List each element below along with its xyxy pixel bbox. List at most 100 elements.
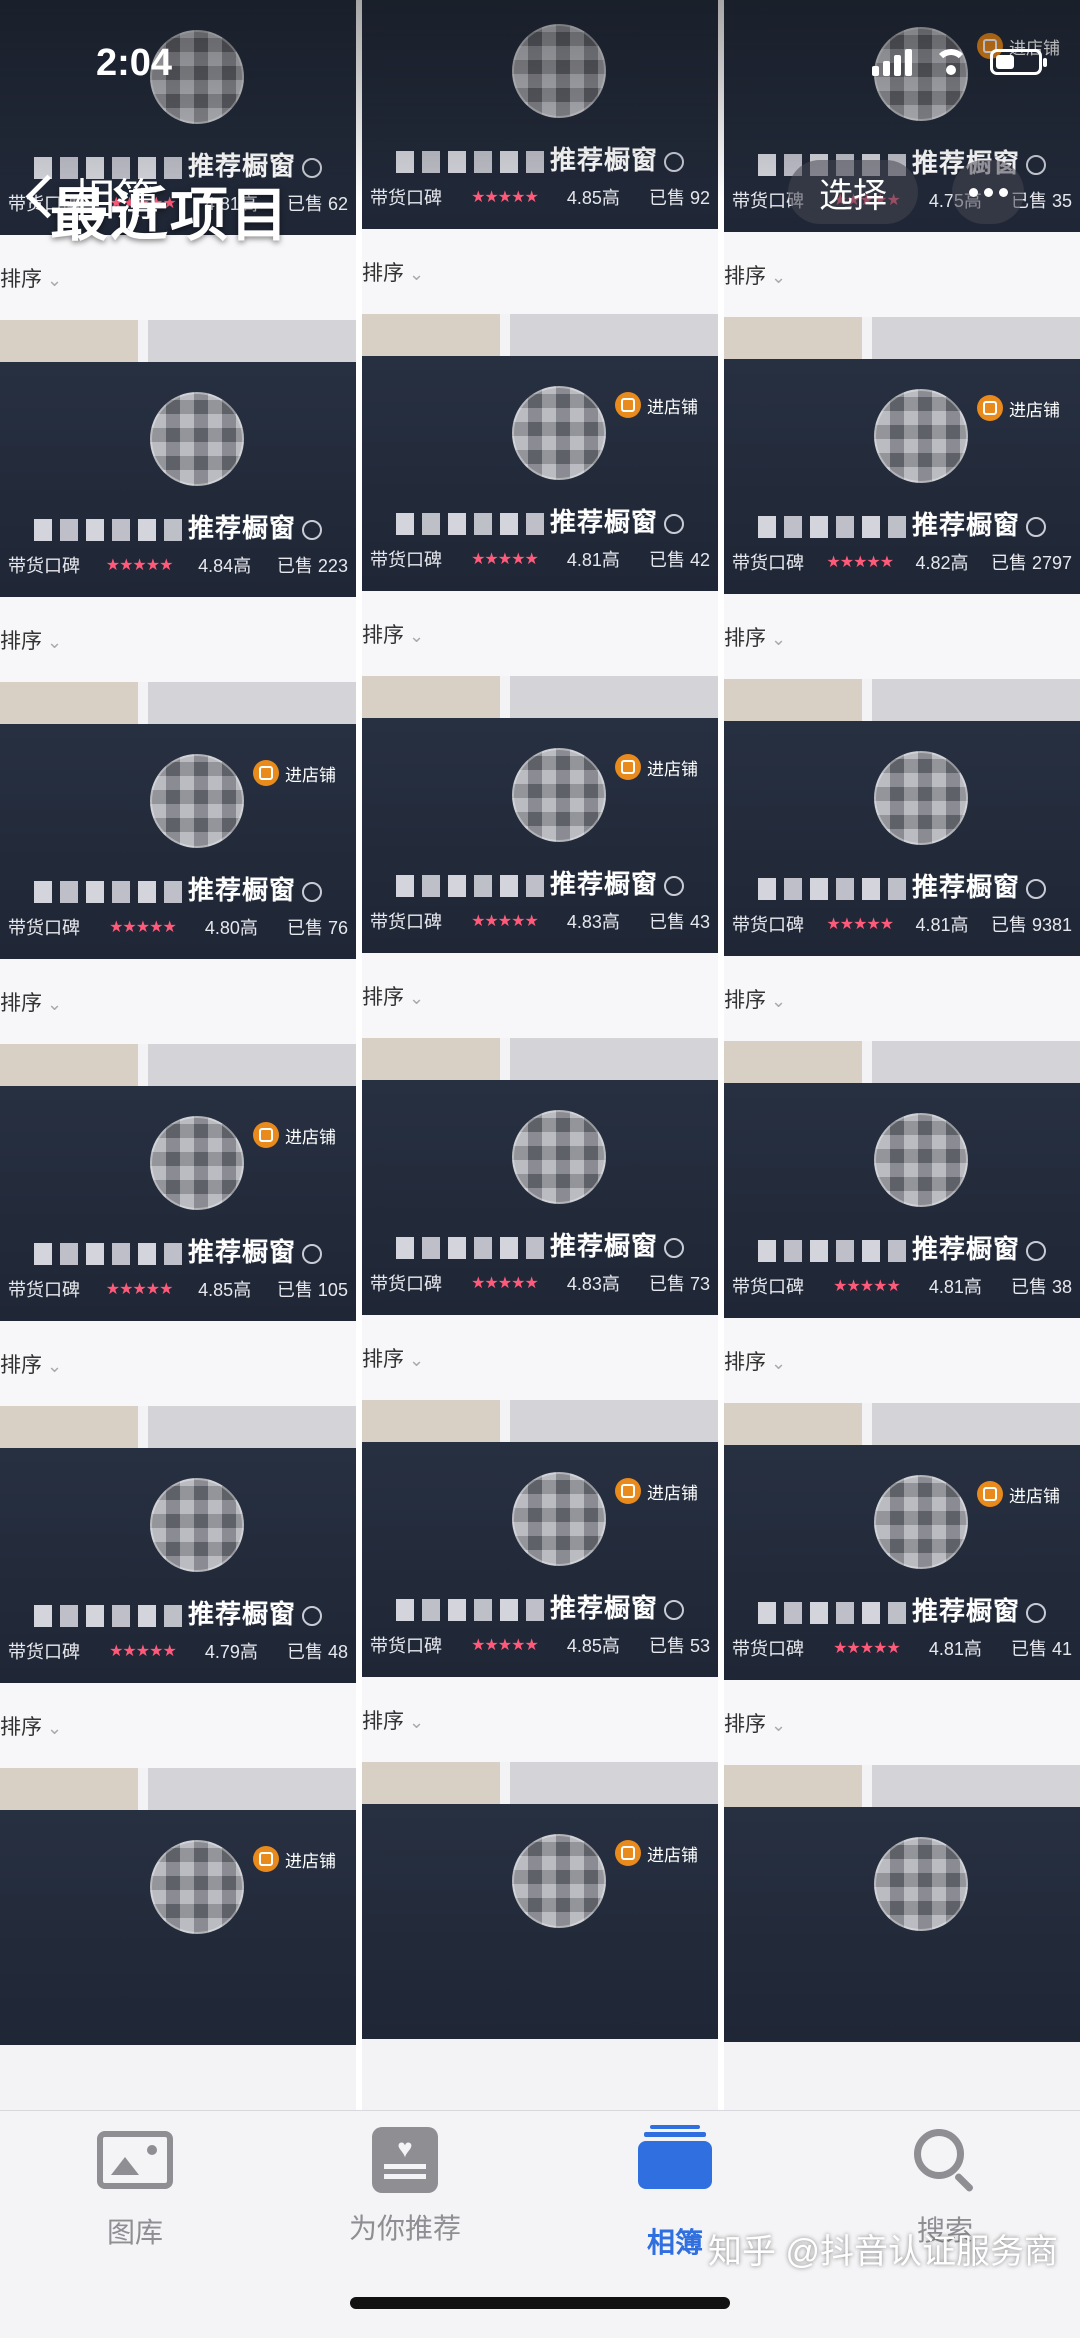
blurred-name bbox=[395, 151, 546, 174]
tab-for-you[interactable]: 为你推荐 bbox=[305, 2125, 505, 2247]
rating-row: 带货口碑 ★★★★★ 4.85高 已售 105 bbox=[0, 1276, 356, 1302]
store-card: 进店铺 推荐橱窗 带货口碑 ★★★★★ 4.80高 已售 76 bbox=[0, 724, 356, 959]
store-title: 推荐橱窗 bbox=[362, 1588, 718, 1625]
sort-label: 排序 bbox=[724, 1708, 786, 1738]
info-circle-icon bbox=[664, 1600, 684, 1621]
photo-thumbnail[interactable]: 推荐橱窗 带货口碑 ★★★★★ 4.84高 已售 223 排序 bbox=[0, 362, 356, 724]
photo-thumbnail[interactable]: 进店铺 推荐橱窗 带货口碑 ★★★★★ 4.83高 已售 43 排序 bbox=[362, 718, 718, 1080]
store-title-text: 推荐橱窗 bbox=[549, 1231, 658, 1261]
store-card: 进店铺 推荐橱窗 带货口碑 ★★★★★ 4.85高 已售 105 bbox=[0, 1086, 356, 1321]
star-rating-icon: ★★★★★ bbox=[471, 189, 539, 206]
store-title-text: 推荐橱窗 bbox=[549, 1593, 658, 1623]
store-title: 推荐橱窗 bbox=[362, 502, 718, 539]
grid-column: 推荐橱窗带货口碑★★★★★4.81高已售 62排序推荐橱窗带货口碑★★★★★4.… bbox=[0, 0, 356, 2110]
photo-thumbnail[interactable]: 推荐橱窗 带货口碑 ★★★★★ 4.81高 已售 38 排序 bbox=[724, 1083, 1080, 1445]
rating-prefix: 带货口碑 bbox=[370, 188, 442, 208]
rating-row: 带货口碑 ★★★★★ 4.83高 已售 73 bbox=[362, 1270, 718, 1296]
photo-thumbnail[interactable]: 进店铺 bbox=[0, 1810, 356, 2110]
store-title-text: 推荐橱窗 bbox=[549, 869, 658, 899]
sort-strip: 排序 bbox=[362, 1315, 718, 1400]
photo-thumbnail[interactable]: 进店铺 推荐橱窗 带货口碑 ★★★★★ 4.81高 已售 42 排序 bbox=[362, 356, 718, 718]
star-rating-icon: ★★★★★ bbox=[833, 1278, 901, 1295]
store-title-text: 推荐橱窗 bbox=[187, 1599, 296, 1629]
select-button[interactable]: 选择 bbox=[788, 160, 918, 224]
rating-row: 带货口碑 ★★★★★ 4.80高 已售 76 bbox=[0, 914, 356, 940]
watermark: 知乎 @抖音认证服务商 bbox=[708, 2233, 1058, 2271]
info-circle-icon bbox=[302, 1244, 322, 1265]
photo-thumbnail[interactable]: 进店铺 推荐橱窗 带货口碑 ★★★★★ 4.85高 已售 105 排序 bbox=[0, 1086, 356, 1448]
rating-row: 带货口碑 ★★★★★ 4.83高 已售 43 bbox=[362, 908, 718, 934]
rating-prefix: 带货口碑 bbox=[8, 1280, 80, 1300]
sort-label: 排序 bbox=[0, 625, 62, 655]
cellular-signal-icon bbox=[872, 48, 912, 76]
sold-count: 已售 223 bbox=[276, 556, 348, 576]
sort-label: 排序 bbox=[724, 1346, 786, 1376]
shop-badge: 进店铺 bbox=[611, 1476, 706, 1506]
store-title: 推荐橱窗 bbox=[362, 864, 718, 901]
store-title-text: 推荐橱窗 bbox=[911, 872, 1020, 902]
tab-library[interactable]: 图库 bbox=[35, 2125, 235, 2251]
product-thumbnails bbox=[362, 1400, 718, 1442]
status-icons bbox=[872, 48, 1047, 76]
store-title-text: 推荐橱窗 bbox=[549, 145, 658, 175]
more-options-button[interactable] bbox=[952, 160, 1024, 224]
photo-thumbnail[interactable]: 进店铺 推荐橱窗 带货口碑 ★★★★★ 4.82高 已售 2797 排序 bbox=[724, 359, 1080, 721]
info-circle-icon bbox=[1026, 1241, 1046, 1262]
blurred-name bbox=[757, 516, 908, 539]
sold-count: 已售 53 bbox=[648, 1636, 710, 1656]
shop-icon bbox=[615, 392, 641, 418]
product-thumbnails bbox=[724, 679, 1080, 721]
rating-prefix: 带货口碑 bbox=[370, 912, 442, 932]
photo-thumbnail[interactable]: 推荐橱窗 带货口碑 ★★★★★ 4.85高 已售 92 排序 bbox=[362, 0, 718, 356]
rating-row: 带货口碑 ★★★★★ 4.85高 已售 92 bbox=[362, 184, 718, 210]
store-card: 进店铺 推荐橱窗 带货口碑 ★★★★★ 4.81高 已售 41 bbox=[724, 1445, 1080, 1680]
shop-badge: 进店铺 bbox=[611, 390, 706, 420]
store-title-text: 推荐橱窗 bbox=[549, 507, 658, 537]
avatar bbox=[512, 1110, 606, 1204]
rating-score: 4.81高 bbox=[915, 915, 969, 935]
photo-thumbnail[interactable]: 进店铺 推荐橱窗 带货口碑 ★★★★★ 4.85高 已售 53 排序 bbox=[362, 1442, 718, 1804]
photo-library-icon bbox=[97, 2131, 173, 2189]
sort-label: 排序 bbox=[724, 984, 786, 1014]
blurred-name bbox=[395, 513, 546, 536]
sold-count: 已售 42 bbox=[648, 550, 710, 570]
photo-thumbnail[interactable]: 推荐橱窗 带货口碑 ★★★★★ 4.79高 已售 48 排序 bbox=[0, 1448, 356, 1810]
product-thumbnails bbox=[724, 1041, 1080, 1083]
ellipsis-icon bbox=[968, 187, 978, 197]
store-title: 推荐橱窗 bbox=[724, 867, 1080, 904]
sort-label: 排序 bbox=[362, 1343, 424, 1373]
back-button[interactable]: 相簿 bbox=[18, 164, 159, 228]
store-title: 推荐橱窗 bbox=[0, 1232, 356, 1269]
battery-icon bbox=[990, 49, 1047, 75]
rating-row: 带货口碑 ★★★★★ 4.81高 已售 38 bbox=[724, 1273, 1080, 1299]
rating-score: 4.81高 bbox=[566, 550, 620, 570]
rating-row: 带货口碑 ★★★★★ 4.81高 已售 9381 bbox=[724, 911, 1080, 937]
product-thumbnails bbox=[362, 1762, 718, 1804]
sold-count: 已售 41 bbox=[1010, 1639, 1072, 1659]
rating-score: 4.79高 bbox=[204, 1642, 258, 1662]
photo-thumbnail[interactable] bbox=[724, 1807, 1080, 2110]
store-title-text: 推荐橱窗 bbox=[911, 510, 1020, 540]
photo-thumbnail[interactable]: 进店铺 bbox=[362, 1804, 718, 2110]
sort-label: 排序 bbox=[724, 622, 786, 652]
shop-icon bbox=[615, 1478, 641, 1504]
shop-icon bbox=[615, 754, 641, 780]
photo-thumbnail[interactable]: 推荐橱窗带货口碑 ★★★★★ 4.81高 已售 9381 排序 bbox=[724, 721, 1080, 1083]
star-rating-icon: ★★★★★ bbox=[471, 1637, 539, 1654]
blurred-name bbox=[395, 875, 546, 898]
shop-badge: 进店铺 bbox=[973, 1479, 1068, 1509]
photo-thumbnail[interactable]: 进店铺 推荐橱窗 带货口碑 ★★★★★ 4.81高 已售 41 排序 bbox=[724, 1445, 1080, 1807]
product-thumbnails bbox=[724, 1403, 1080, 1445]
photo-thumbnail[interactable]: 进店铺 推荐橱窗 带货口碑 ★★★★★ 4.80高 已售 76 排序 bbox=[0, 724, 356, 1086]
tab-label: 为你推荐 bbox=[348, 2213, 461, 2244]
sold-count: 已售 76 bbox=[286, 918, 348, 938]
shop-badge: 进店铺 bbox=[249, 758, 344, 788]
sold-count: 已售 62 bbox=[286, 194, 348, 214]
status-time: 2:04 bbox=[96, 42, 173, 84]
home-indicator[interactable] bbox=[350, 2297, 730, 2309]
tab-label: 图库 bbox=[106, 2217, 163, 2248]
rating-score: 4.85高 bbox=[566, 188, 620, 208]
photo-thumbnail[interactable]: 推荐橱窗带货口碑 ★★★★★ 4.83高 已售 73 排序 bbox=[362, 1080, 718, 1442]
wifi-icon bbox=[934, 49, 968, 75]
product-thumbnails bbox=[362, 676, 718, 718]
